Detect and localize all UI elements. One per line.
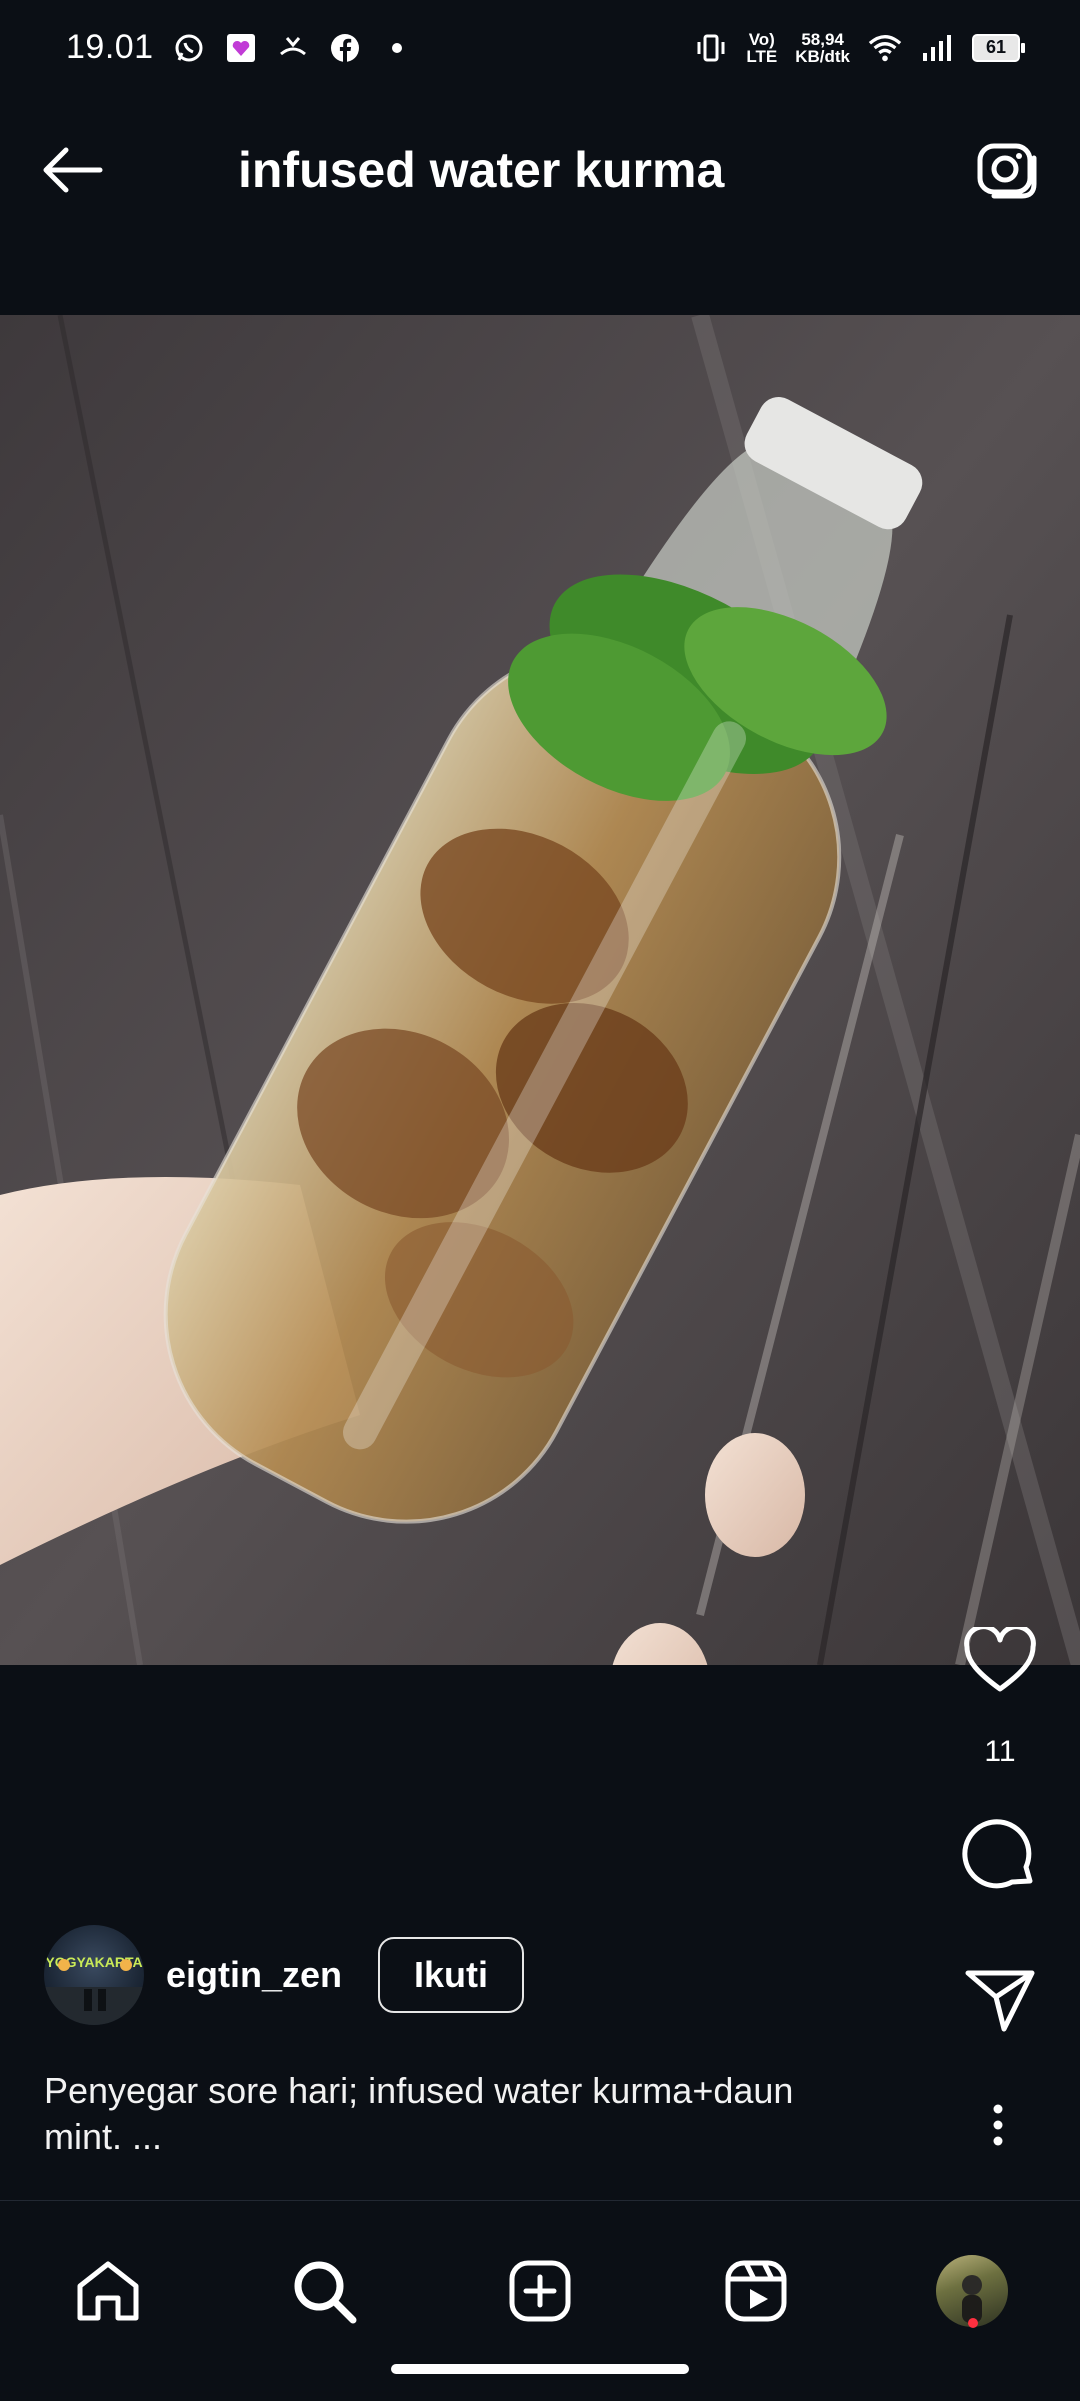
battery-indicator: 61 <box>972 33 1025 62</box>
like-count[interactable]: 11 <box>920 1735 1080 1769</box>
whatsapp-icon <box>172 31 206 65</box>
more-options-button[interactable] <box>968 2095 1028 2155</box>
network-type: Vo) LTE <box>746 31 777 65</box>
nav-create[interactable] <box>500 2251 580 2331</box>
like-button[interactable] <box>960 1620 1040 1700</box>
app-notification-icon <box>224 31 258 65</box>
page-header: infused water kurma <box>0 95 1080 245</box>
infused-water-bottle-image <box>0 315 1080 1665</box>
plus-square-icon <box>509 2260 571 2322</box>
comment-button[interactable] <box>960 1817 1040 1897</box>
post-author: YOGYAKARTA eigtin_zen Ikuti <box>44 1925 525 2025</box>
more-vertical-icon <box>993 2104 1003 2146</box>
signal-icon <box>920 31 954 65</box>
heart-icon <box>964 1627 1036 1692</box>
camera-button[interactable] <box>960 130 1040 210</box>
status-left: 19.01 <box>66 28 414 67</box>
reels-icon <box>725 2260 787 2322</box>
caption-line-1: Penyegar sore hari; infused water kurma+… <box>44 2070 794 2111</box>
status-time: 19.01 <box>66 28 154 66</box>
share-button[interactable] <box>960 1960 1040 2040</box>
author-username[interactable]: eigtin_zen <box>166 1954 342 1996</box>
profile-notification-dot <box>968 2318 978 2328</box>
network-speed-unit: KB/dtk <box>795 46 850 66</box>
search-icon <box>294 2261 357 2324</box>
nav-search[interactable] <box>284 2251 364 2331</box>
network-speed: 58,94 KB/dtk <box>795 31 850 65</box>
vibrate-icon <box>694 31 728 65</box>
camera-icon <box>977 143 1037 199</box>
missed-call-icon <box>276 31 310 65</box>
arrow-left-icon <box>43 147 103 193</box>
network-type-bottom: LTE <box>746 46 778 66</box>
nav-home[interactable] <box>68 2251 148 2331</box>
send-icon <box>965 1970 1035 2032</box>
author-avatar[interactable]: YOGYAKARTA <box>44 1925 144 2025</box>
profile-avatar <box>936 2255 1008 2327</box>
follow-button[interactable]: Ikuti <box>378 1937 525 2013</box>
notification-dot-icon <box>380 31 414 65</box>
post-photo[interactable] <box>0 315 1080 1665</box>
wifi-icon <box>868 31 902 65</box>
status-bar: 19.01 Vo) LTE 58,94 KB/dtk 61 <box>0 0 1080 95</box>
page-title: infused water kurma <box>238 142 725 198</box>
home-icon <box>77 2261 139 2321</box>
back-button[interactable] <box>40 130 120 210</box>
status-right: Vo) LTE 58,94 KB/dtk 61 <box>694 31 1025 65</box>
comment-icon <box>962 1819 1033 1889</box>
facebook-icon <box>328 31 362 65</box>
home-indicator[interactable] <box>391 2364 689 2374</box>
nav-reels[interactable] <box>716 2251 796 2331</box>
caption-line-2: mint. ... <box>44 2116 163 2157</box>
post-caption[interactable]: Penyegar sore hari; infused water kurma+… <box>44 2068 904 2160</box>
